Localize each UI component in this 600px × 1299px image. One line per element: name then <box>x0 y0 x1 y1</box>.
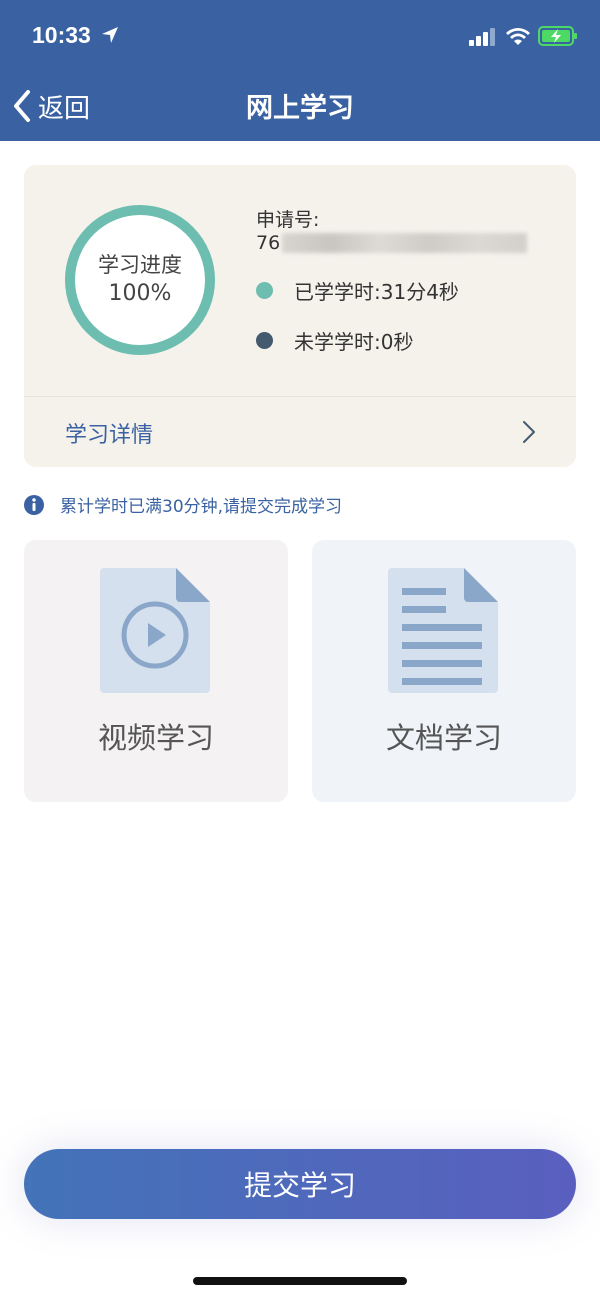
remaining-legend-dot <box>256 332 273 349</box>
redacted-application-number <box>282 233 528 253</box>
video-file-icon <box>100 568 210 693</box>
document-study-label: 文档学习 <box>385 721 502 755</box>
document-file-icon <box>388 568 498 693</box>
studied-hours-row: 已学学时: 31分4秒 <box>256 276 459 305</box>
remaining-hours-row: 未学学时: 0秒 <box>256 326 413 355</box>
video-study-tile[interactable]: 视频学习 <box>24 540 288 802</box>
document-study-tile[interactable]: 文档学习 <box>312 540 576 802</box>
application-number-prefix: 76 <box>256 232 281 254</box>
submit-study-button[interactable]: 提交学习 <box>24 1149 576 1219</box>
info-icon <box>24 494 44 515</box>
application-number-label: 申请号: <box>256 209 320 231</box>
wifi-icon <box>506 28 530 45</box>
completion-notice: 累计学时已满30分钟,请提交完成学习 <box>24 492 342 517</box>
battery-charging-icon <box>538 26 577 46</box>
progress-value: 100% <box>108 281 172 306</box>
page-title: 网上学习 <box>246 93 354 124</box>
studied-hours-value: 31分4秒 <box>380 280 459 304</box>
progress-label: 学习进度 <box>98 253 182 277</box>
studied-legend-dot <box>256 282 273 299</box>
study-details-label: 学习详情 <box>65 423 154 448</box>
application-number: 76 <box>256 232 528 254</box>
status-time: 10:33 <box>32 22 91 48</box>
notice-text: 累计学时已满30分钟,请提交完成学习 <box>60 497 343 517</box>
location-arrow-icon <box>102 27 118 43</box>
progress-ring-text: 学习进度 100% <box>64 204 216 356</box>
chevron-right-icon <box>523 421 535 443</box>
study-details-row[interactable]: 学习详情 <box>24 397 576 467</box>
home-indicator <box>193 1277 407 1285</box>
signal-icon <box>469 28 495 46</box>
studied-hours-label: 已学学时: <box>294 280 381 304</box>
video-study-label: 视频学习 <box>97 721 214 755</box>
remaining-hours-label: 未学学时: <box>294 330 381 354</box>
header-bar: 10:33 返回 网上学习 <box>0 0 600 141</box>
remaining-hours-value: 0秒 <box>380 330 414 354</box>
